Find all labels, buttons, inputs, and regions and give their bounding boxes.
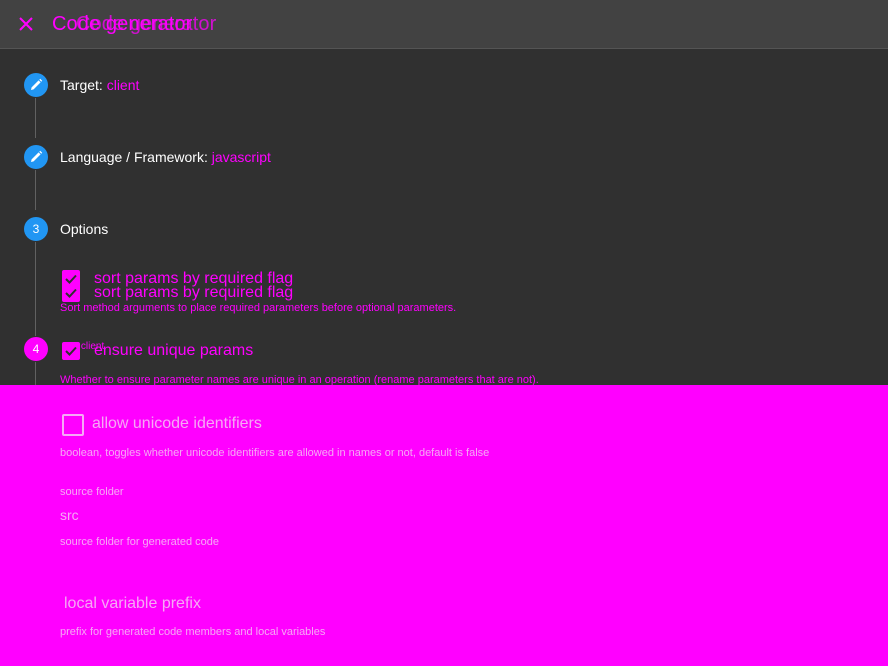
option-label: ensure unique params [94,342,254,359]
step-number-badge: 3 [24,217,48,241]
step-edit-badge [24,73,48,97]
option-description: boolean, toggles whether unicode identif… [60,447,490,459]
pencil-icon [31,150,43,162]
options-lower-panel: allow unicode identifiers boolean, toggl… [0,385,888,666]
close-button[interactable] [14,12,38,36]
dialog-title-group: Code generator Code generator [52,9,312,39]
source-folder-label: source folder [60,486,124,498]
step-connector [35,362,36,386]
source-folder-hint: source folder for generated code [60,536,219,548]
step-language[interactable]: Language / Framework: javascript [24,145,271,169]
dialog-header: Code generator Code generator [0,0,888,49]
check-icon [65,274,77,284]
sort-params-checkbox[interactable] [62,270,80,288]
check-icon [65,288,77,298]
step-label: Target: client [60,77,140,93]
close-icon [19,17,33,31]
dialog-title: Code generator [52,13,193,35]
ensure-unique-checkbox[interactable] [62,342,80,360]
option-sort-params[interactable]: sort params by required flag [60,270,293,288]
step-connector [35,170,36,210]
allow-unicode-checkbox[interactable] [62,414,84,436]
option-ensure-unique[interactable]: ensure unique params [60,342,253,360]
local-variable-prefix-input[interactable]: local variable prefix [64,595,201,613]
pencil-icon [31,78,43,90]
source-folder-input[interactable]: src [60,507,79,523]
check-icon [65,346,77,356]
option-label: allow unicode identifiers [92,415,262,432]
step-label: Options [60,221,109,237]
step-target[interactable]: Target: client [24,73,139,97]
step-value: javascript [211,149,271,165]
option-label: sort params by required flag [94,270,294,287]
step-options[interactable]: 3 Options [24,217,108,241]
step-label: Language / Framework: javascript [60,149,271,165]
code-generator-dialog: Code generator Code generator Target: cl… [0,0,888,666]
step-connector [35,242,36,336]
step-value: client [106,77,140,93]
step-edit-badge [24,145,48,169]
step-connector [35,98,36,138]
local-variable-prefix-hint: prefix for generated code members and lo… [60,626,326,638]
option-description: Sort method arguments to place required … [60,302,457,314]
step-number-badge: 4 [24,337,48,361]
